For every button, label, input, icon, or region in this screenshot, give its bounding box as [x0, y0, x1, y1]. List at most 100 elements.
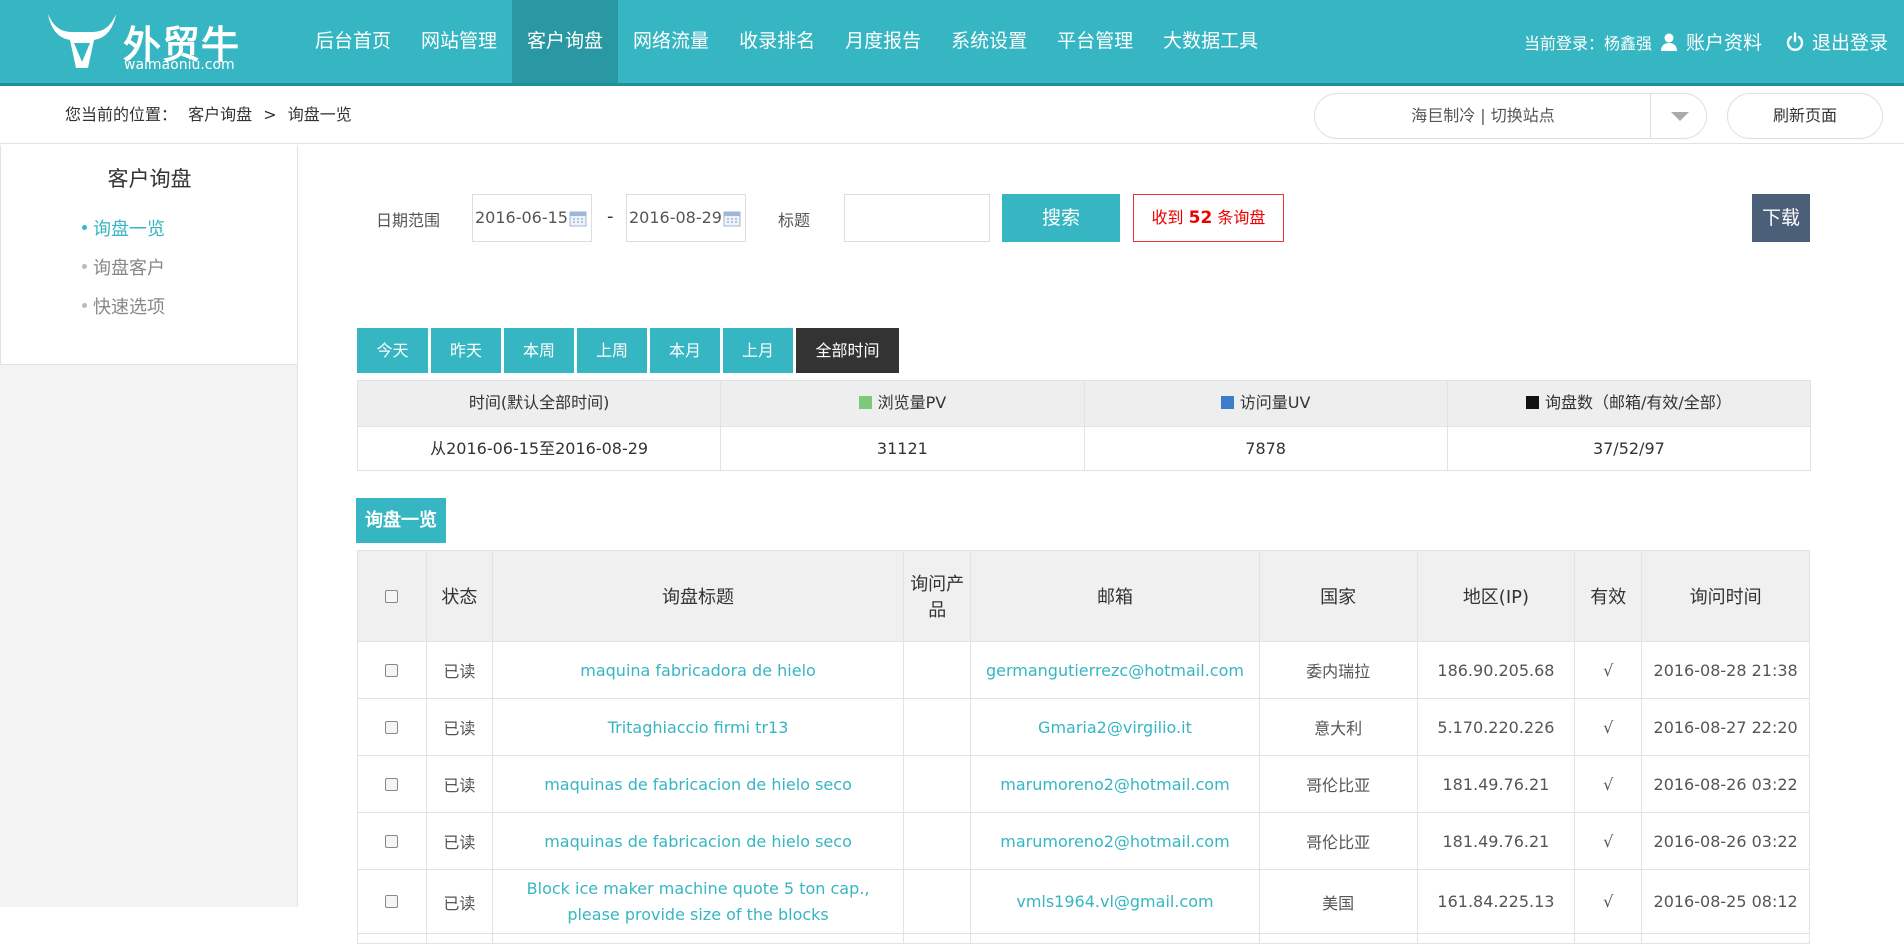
calendar-icon[interactable]: [569, 209, 587, 227]
power-icon[interactable]: [1784, 31, 1806, 53]
nav-item-dashboard[interactable]: 后台首页: [300, 0, 406, 83]
row-email-link[interactable]: marumoreno2@hotmail.com: [971, 756, 1260, 812]
table-row[interactable]: 已读 Tritaghiaccio firmi tr13 Gmaria2@virg…: [358, 699, 1809, 756]
tab-last-month[interactable]: 上月: [723, 328, 793, 373]
nav-item-bigdata[interactable]: 大数据工具: [1148, 0, 1273, 83]
row-checkbox[interactable]: [385, 895, 399, 908]
refresh-button[interactable]: 刷新页面: [1727, 93, 1883, 139]
stats-inquiry-value: 37/52/97: [1592, 439, 1665, 458]
sidebar-menu: 客户询盘 询盘一览 询盘客户 快速选项: [0, 145, 297, 365]
row-product: [904, 699, 972, 755]
stats-time-range: 从2016-06-15至2016-08-29: [358, 427, 722, 470]
breadcrumb-item-inquiries[interactable]: 客户询盘: [188, 105, 252, 124]
row-country: 哥伦比亚: [1260, 756, 1418, 812]
sidebar-item-inquiry-list[interactable]: 询盘一览: [82, 215, 165, 241]
download-button[interactable]: 下载: [1752, 194, 1810, 242]
row-checkbox[interactable]: [385, 720, 399, 734]
row-valid: √: [1575, 870, 1643, 933]
row-time: 2016-08-27 22:20: [1653, 717, 1798, 737]
breadcrumb-prefix: 您当前的位置：: [65, 105, 178, 124]
tab-this-week[interactable]: 本周: [504, 328, 574, 373]
table-row[interactable]: 已读 maquinas de fabricacion de hielo seco…: [358, 813, 1809, 870]
row-product: [904, 870, 972, 933]
select-all-cell: [358, 551, 427, 641]
row-cell: [1642, 934, 1809, 943]
row-ip: 5.170.220.226: [1418, 699, 1576, 755]
row-cell: [904, 934, 972, 943]
stats-value-row: 从2016-06-15至2016-08-29 31121 7878 37/52/…: [358, 426, 1810, 470]
date-separator: -: [607, 206, 614, 227]
row-country: 委内瑞拉: [1260, 642, 1418, 698]
tab-today[interactable]: 今天: [357, 328, 428, 373]
row-title-link[interactable]: Block ice maker machine quote 5 ton cap.…: [493, 870, 905, 933]
logout-link[interactable]: 退出登录: [1812, 28, 1888, 55]
inquiry-legend-swatch: [1525, 396, 1539, 409]
row-select-cell: [358, 813, 427, 869]
nav-item-website[interactable]: 网站管理: [406, 0, 512, 83]
row-title-link[interactable]: maquinas de fabricacion de hielo seco: [493, 813, 905, 869]
row-email-link[interactable]: germangutierrezc@hotmail.com: [971, 642, 1260, 698]
row-cell: [1575, 934, 1643, 943]
site-switch-dropdown[interactable]: 海巨制冷 | 切换站点: [1314, 93, 1707, 139]
sidebar-title: 客户询盘: [107, 167, 192, 191]
row-status: 已读: [427, 642, 493, 698]
row-product: [904, 642, 972, 698]
row-cell: [971, 934, 1260, 943]
row-title-link[interactable]: maquina fabricadora de hielo: [493, 642, 905, 698]
stats-table: 时间(默认全部时间) 浏览量PV 访问量UV 询盘数（邮箱/有效/全部） 从20…: [357, 380, 1811, 471]
row-cell: [358, 934, 427, 943]
nav-item-settings[interactable]: 系统设置: [936, 0, 1042, 83]
col-status: 状态: [427, 551, 493, 641]
tab-yesterday[interactable]: 昨天: [431, 328, 501, 373]
stats-pv-value: 31121: [721, 427, 1085, 470]
row-select-cell: [358, 756, 427, 812]
breadcrumb-separator: >: [263, 105, 277, 124]
table-row[interactable]: 已读 Block ice maker machine quote 5 ton c…: [358, 870, 1809, 934]
row-email-link[interactable]: vmls1964.vl@gmail.com: [971, 870, 1260, 933]
col-country: 国家: [1260, 551, 1418, 641]
col-email: 邮箱: [971, 551, 1260, 641]
brand-domain: waimaoniu.com: [124, 57, 235, 73]
table-row[interactable]: 已读 maquina fabricadora de hielo germangu…: [358, 642, 1809, 699]
nav-item-ranking[interactable]: 收录排名: [724, 0, 830, 83]
pv-legend-swatch: [858, 396, 872, 409]
search-button[interactable]: 搜索: [1002, 194, 1120, 242]
row-checkbox[interactable]: [385, 777, 399, 791]
count-suffix: 条询盘: [1217, 208, 1266, 227]
nav-item-platform[interactable]: 平台管理: [1042, 0, 1148, 83]
title-input[interactable]: [844, 194, 990, 242]
row-cell: [1418, 934, 1576, 943]
row-time: 2016-08-25 08:12: [1653, 892, 1798, 911]
brand-logo[interactable]: 外贸牛 waimaoniu.com: [44, 10, 244, 74]
main-nav: 后台首页 网站管理 客户询盘 网络流量 收录排名 月度报告 系统设置 平台管理 …: [300, 0, 1273, 83]
col-product: 询问产品: [904, 551, 972, 641]
date-from-input[interactable]: 2016-06-15: [472, 194, 592, 242]
table-row[interactable]: 已读 maquinas de fabricacion de hielo seco…: [358, 756, 1809, 813]
row-email-link[interactable]: Gmaria2@virgilio.it: [971, 699, 1260, 755]
tab-last-week[interactable]: 上周: [577, 328, 647, 373]
tab-this-month[interactable]: 本月: [650, 328, 720, 373]
row-checkbox[interactable]: [385, 834, 399, 848]
col-ip: 地区(IP): [1418, 551, 1576, 641]
row-status: 已读: [427, 813, 493, 869]
date-to-input[interactable]: 2016-08-29: [626, 194, 746, 242]
select-all-checkbox[interactable]: [385, 589, 399, 603]
nav-item-inquiries[interactable]: 客户询盘: [512, 0, 619, 83]
stats-header-uv: 访问量UV: [1085, 381, 1448, 426]
breadcrumb: 您当前的位置： 客户询盘 > 询盘一览: [65, 86, 358, 144]
stats-header-uv-label: 访问量UV: [1239, 393, 1311, 412]
account-link[interactable]: 账户资料: [1686, 28, 1762, 55]
row-title-link[interactable]: maquinas de fabricacion de hielo seco: [493, 756, 905, 812]
site-switch-toggle[interactable]: [1650, 94, 1706, 138]
nav-item-traffic[interactable]: 网络流量: [618, 0, 724, 83]
row-email-link[interactable]: marumoreno2@hotmail.com: [971, 813, 1260, 869]
stats-header-inquiries: 询盘数（邮箱/有效/全部）: [1448, 381, 1810, 426]
tab-all-time[interactable]: 全部时间: [796, 328, 899, 373]
row-title-link[interactable]: Tritaghiaccio firmi tr13: [493, 699, 905, 755]
nav-item-monthly-report[interactable]: 月度报告: [830, 0, 936, 83]
stats-header-time: 时间(默认全部时间): [358, 381, 722, 426]
calendar-icon[interactable]: [723, 209, 741, 227]
row-checkbox[interactable]: [385, 663, 399, 677]
sidebar-item-inquiry-customers[interactable]: 询盘客户: [82, 254, 165, 280]
sidebar-item-quick-options[interactable]: 快速选项: [82, 293, 165, 319]
